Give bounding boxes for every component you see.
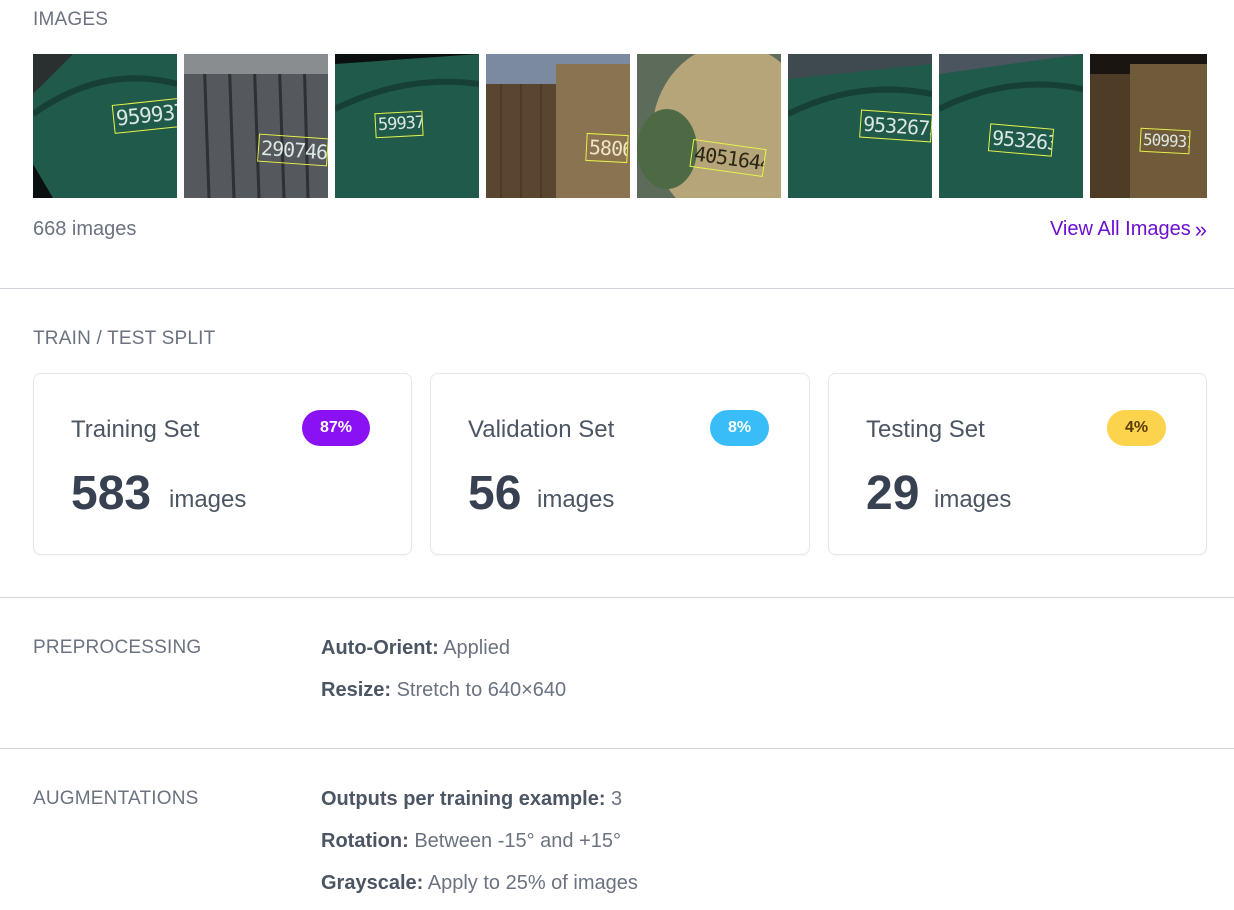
detected-plate-box: 5806: [585, 132, 629, 164]
image-thumbnail-strip: 959937 290746 97 59937478 5806: [33, 54, 1207, 198]
validation-set-card: Validation Set 8% 56 images: [430, 373, 810, 555]
image-count-value: 56: [468, 467, 522, 520]
section-divider: [0, 748, 1234, 749]
preprocessing-resize: Resize: Stretch to 640×640: [321, 679, 566, 702]
percent-badge: 87%: [302, 410, 371, 446]
setting-value: Between -15° and +15°: [414, 830, 622, 852]
setting-key: Auto-Orient:: [321, 637, 439, 659]
percent-badge: 4%: [1107, 410, 1167, 446]
setting-key: Rotation:: [321, 830, 409, 852]
card-title: Validation Set: [468, 416, 615, 443]
augmentations-section-label: AUGMENTATIONS: [33, 788, 199, 809]
setting-key: Resize:: [321, 679, 392, 701]
detected-plate-box: 509931: [1139, 127, 1191, 155]
augmentation-grayscale: Grayscale: Apply to 25% of images: [321, 872, 638, 895]
image-count-unit: images: [537, 486, 615, 513]
augmentation-rotation: Rotation: Between -15° and +15°: [321, 830, 621, 853]
setting-value: Stretch to 640×640: [396, 679, 567, 701]
section-divider: [0, 288, 1234, 289]
setting-value: Applied: [443, 637, 510, 659]
setting-key: Outputs per training example:: [321, 788, 606, 810]
image-thumbnail[interactable]: 290746 97: [184, 54, 328, 198]
image-thumbnail[interactable]: 9532673: [788, 54, 932, 198]
image-thumbnail[interactable]: 959937: [33, 54, 177, 198]
railcar-photo-brown: [486, 54, 630, 198]
image-count-value: 29: [866, 467, 920, 520]
view-all-images-label: View All Images: [1049, 218, 1191, 240]
detected-plate-box: 9532673: [859, 109, 932, 143]
railcar-photo-gray: [184, 54, 328, 198]
setting-value: Apply to 25% of images: [427, 872, 638, 894]
detected-plate-box: 95326328: [987, 123, 1055, 157]
image-count-value: 583: [71, 467, 152, 520]
training-set-card: Training Set 87% 583 images: [33, 373, 412, 555]
images-section-label: IMAGES: [33, 9, 109, 30]
image-thumbnail[interactable]: 5806: [486, 54, 630, 198]
preprocessing-section-label: PREPROCESSING: [33, 637, 202, 658]
augmentation-outputs: Outputs per training example: 3: [321, 788, 622, 811]
percent-badge: 8%: [710, 410, 770, 446]
testing-set-card: Testing Set 4% 29 images: [828, 373, 1207, 555]
image-count-unit: images: [934, 486, 1012, 513]
preprocessing-auto-orient: Auto-Orient: Applied: [321, 637, 510, 660]
card-title: Testing Set: [866, 416, 985, 443]
image-thumbnail[interactable]: 95326328: [939, 54, 1083, 198]
double-chevron-right-icon: »: [1194, 216, 1207, 242]
section-divider: [0, 597, 1234, 598]
setting-key: Grayscale:: [321, 872, 424, 894]
image-thumbnail[interactable]: 4051644: [637, 54, 781, 198]
image-thumbnail[interactable]: 59937478: [335, 54, 479, 198]
detected-plate-box: 59937478: [374, 110, 424, 139]
setting-value: 3: [611, 788, 623, 810]
image-thumbnail[interactable]: 509931: [1090, 54, 1207, 198]
detected-plate-box: 290746 97: [257, 133, 328, 167]
railcar-photo-brown: [1090, 54, 1207, 198]
split-section-label: TRAIN / TEST SPLIT: [33, 328, 216, 349]
card-title: Training Set: [71, 416, 200, 443]
image-count: 668 images: [33, 218, 137, 240]
view-all-images-link[interactable]: View All Images »: [1050, 218, 1207, 241]
image-count-unit: images: [169, 486, 247, 513]
